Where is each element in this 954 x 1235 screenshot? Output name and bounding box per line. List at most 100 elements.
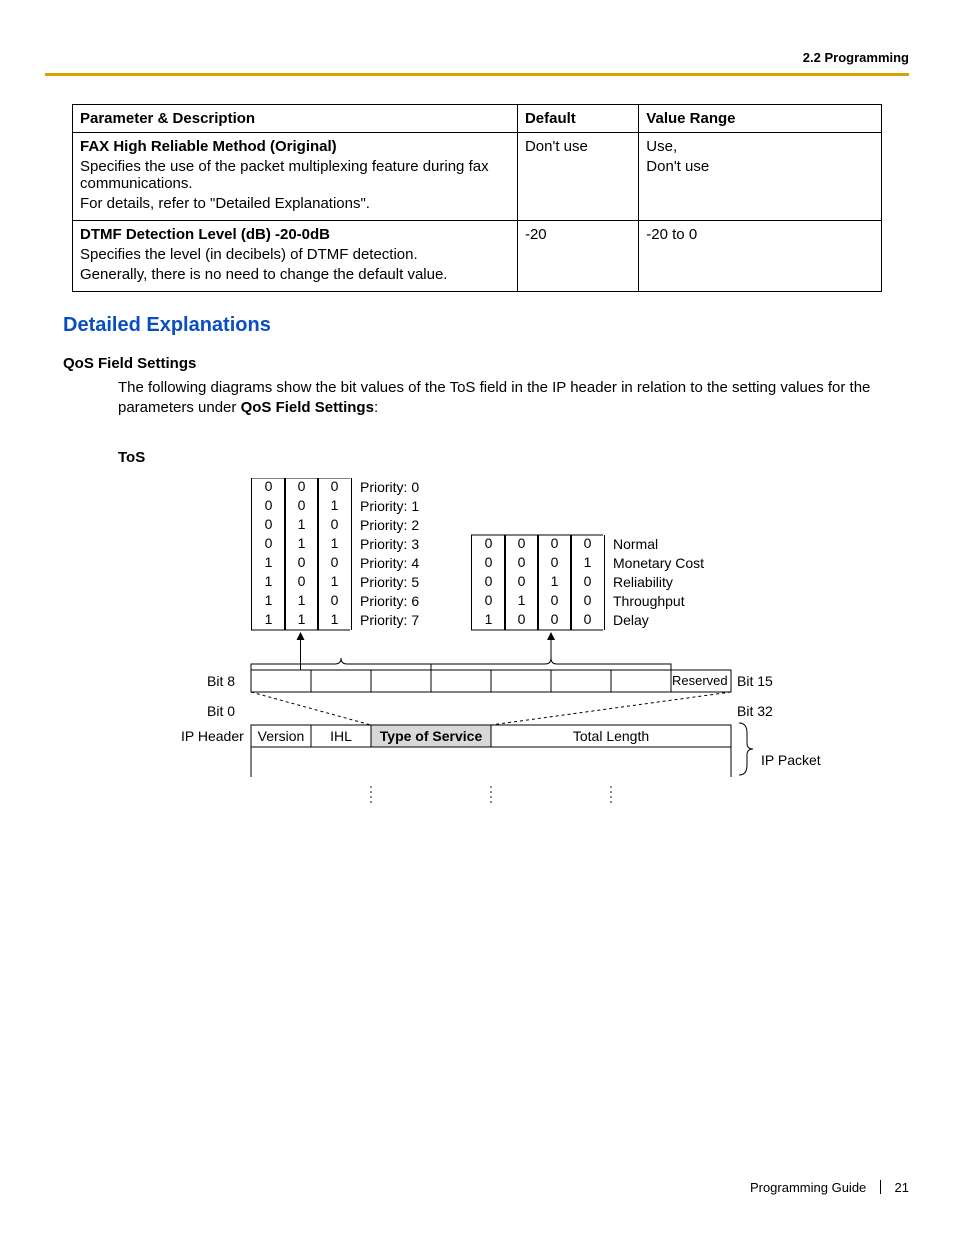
accent-rule	[45, 73, 909, 76]
param-title: FAX High Reliable Method (Original)	[80, 138, 510, 155]
priority-label: Priority: 1	[360, 498, 419, 514]
service-label: Reliability	[613, 574, 673, 590]
range-line: Don't use	[646, 158, 874, 175]
table-header-row: Parameter & Description Default Value Ra…	[73, 105, 882, 133]
bit8-label: Bit 8	[207, 673, 235, 689]
bit-cell: 0	[537, 535, 572, 554]
bit-cell: 0	[570, 573, 605, 592]
bit-cell: 1	[317, 497, 352, 516]
bit-cell: 0	[317, 554, 352, 573]
th-default: Default	[517, 105, 638, 133]
bit-cell: 0	[471, 592, 506, 611]
bit-cell: 0	[284, 573, 319, 592]
range-line: Use,	[646, 138, 874, 155]
bit-cell: 0	[537, 592, 572, 611]
footer: Programming Guide 21	[750, 1180, 909, 1195]
bit-cell: 0	[471, 535, 506, 554]
parameter-table: Parameter & Description Default Value Ra…	[72, 104, 882, 292]
service-label: Delay	[613, 612, 649, 628]
bit-cell: 0	[317, 516, 352, 535]
ip-header-label: IP Header	[181, 728, 244, 744]
bit-cell: 0	[284, 478, 319, 497]
bit-cell: 0	[504, 611, 539, 630]
bit0-label: Bit 0	[207, 703, 235, 719]
version-label: Version	[258, 728, 305, 744]
cell-default: -20	[517, 221, 638, 292]
range-line: -20 to 0	[646, 226, 874, 243]
cell-default: Don't use	[517, 133, 638, 221]
qos-intro-b: QoS Field Settings	[241, 399, 374, 416]
priority-label: Priority: 6	[360, 593, 419, 609]
cell-param: FAX High Reliable Method (Original) Spec…	[73, 133, 518, 221]
section-heading: Detailed Explanations	[45, 314, 909, 337]
bit-cell: 1	[317, 535, 352, 554]
bit-cell: 0	[504, 573, 539, 592]
footer-guide: Programming Guide	[750, 1180, 866, 1195]
param-line: For details, refer to "Detailed Explanat…	[80, 195, 510, 212]
bit-cell: 1	[284, 611, 319, 630]
footer-separator	[880, 1180, 881, 1194]
bit-cell: 1	[284, 535, 319, 554]
bit-cell: 0	[570, 592, 605, 611]
param-line: Generally, there is no need to change th…	[80, 266, 510, 283]
priority-label: Priority: 4	[360, 555, 419, 571]
table-row: FAX High Reliable Method (Original) Spec…	[73, 133, 882, 221]
bit-cell: 1	[251, 611, 286, 630]
reserved-label: Reserved	[672, 673, 728, 688]
bit-cell: 1	[251, 592, 286, 611]
bit-cell: 1	[317, 611, 352, 630]
bit15-label: Bit 15	[737, 673, 773, 689]
bit-cell: 1	[504, 592, 539, 611]
priority-label: Priority: 2	[360, 517, 419, 533]
bit-cell: 0	[504, 554, 539, 573]
bit-cell: 0	[471, 573, 506, 592]
bit-cell: 1	[251, 554, 286, 573]
bit-cell: 0	[284, 497, 319, 516]
qos-heading: QoS Field Settings	[63, 355, 909, 372]
ip-packet-label: IP Packet	[761, 752, 821, 768]
service-label: Monetary Cost	[613, 555, 704, 571]
param-line: Specifies the use of the packet multiple…	[80, 158, 510, 192]
priority-label: Priority: 0	[360, 479, 419, 495]
bit-cell: 0	[570, 535, 605, 554]
param-line: Specifies the level (in decibels) of DTM…	[80, 246, 510, 263]
bit-cell: 1	[570, 554, 605, 573]
qos-intro-c: :	[374, 399, 378, 416]
bit-cell: 0	[251, 478, 286, 497]
qos-intro: The following diagrams show the bit valu…	[118, 378, 909, 419]
bit-cell: 0	[284, 554, 319, 573]
bit-cell: 0	[251, 516, 286, 535]
priority-label: Priority: 3	[360, 536, 419, 552]
bit-cell: 1	[537, 573, 572, 592]
bit-cell: 1	[251, 573, 286, 592]
service-label: Normal	[613, 536, 658, 552]
priority-label: Priority: 7	[360, 612, 419, 628]
bit32-label: Bit 32	[737, 703, 773, 719]
ihl-label: IHL	[330, 728, 352, 744]
bit-cell: 0	[537, 554, 572, 573]
bit-cell: 0	[251, 497, 286, 516]
bit-cell: 1	[284, 592, 319, 611]
footer-page-number: 21	[895, 1180, 909, 1195]
bit-cell: 0	[570, 611, 605, 630]
diagram-overlay	[81, 478, 931, 838]
header-breadcrumb: 2.2 Programming	[45, 50, 909, 65]
param-title: DTMF Detection Level (dB) -20-0dB	[80, 226, 510, 243]
tos-diagram: 000Priority: 0001Priority: 1010Priority:…	[81, 478, 931, 838]
table-row: DTMF Detection Level (dB) -20-0dB Specif…	[73, 221, 882, 292]
bit-cell: 0	[317, 478, 352, 497]
bit-cell: 0	[251, 535, 286, 554]
bit-cell: 0	[317, 592, 352, 611]
priority-label: Priority: 5	[360, 574, 419, 590]
bit-cell: 0	[537, 611, 572, 630]
bit-cell: 0	[504, 535, 539, 554]
th-range: Value Range	[639, 105, 882, 133]
service-label: Throughput	[613, 593, 685, 609]
total-length-label: Total Length	[573, 728, 649, 744]
bit-cell: 0	[471, 554, 506, 573]
tos-cell-label: Type of Service	[380, 728, 482, 744]
qos-intro-a: The following diagrams show the bit valu…	[118, 379, 870, 416]
cell-range: -20 to 0	[639, 221, 882, 292]
th-parameter: Parameter & Description	[73, 105, 518, 133]
bit-cell: 1	[471, 611, 506, 630]
